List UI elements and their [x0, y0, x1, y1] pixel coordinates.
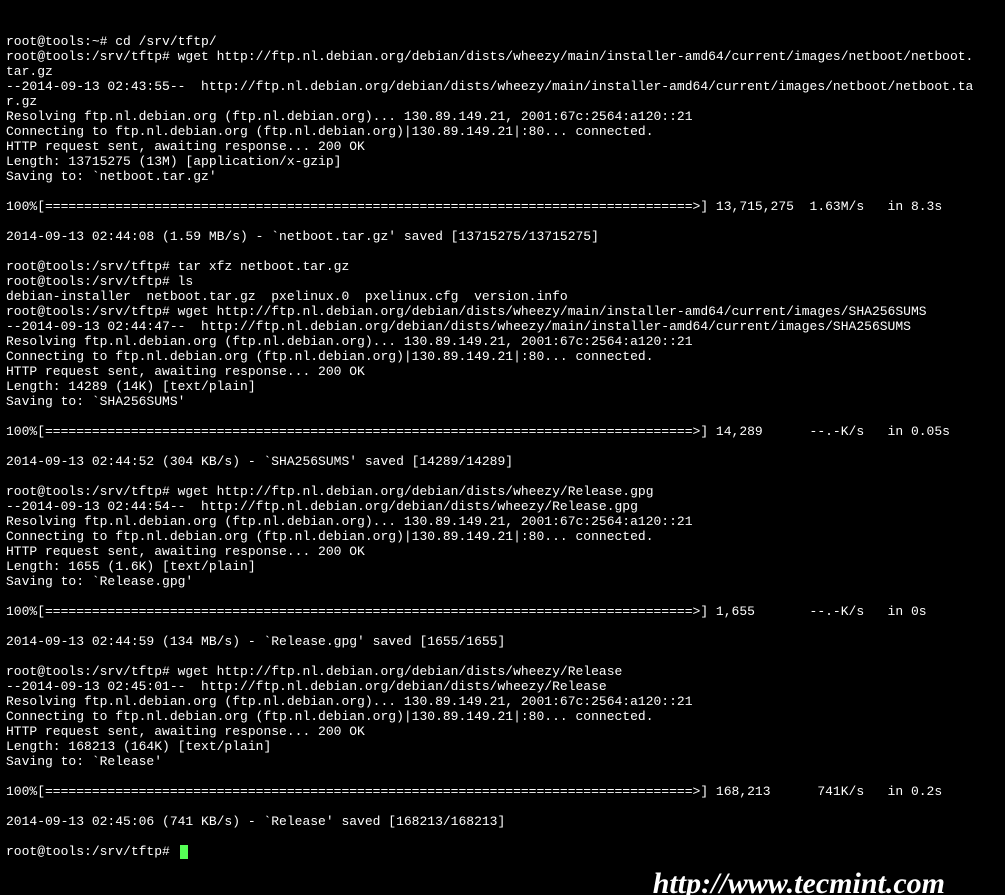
terminal-line: root@tools:/srv/tftp# wget http://ftp.nl…	[6, 484, 999, 499]
terminal-line: Connecting to ftp.nl.debian.org (ftp.nl.…	[6, 529, 999, 544]
terminal-line: Saving to: `netboot.tar.gz'	[6, 169, 999, 184]
watermark-text: http://www.tecmint.com	[653, 876, 945, 891]
terminal-line: 100%[===================================…	[6, 784, 999, 799]
terminal-line: r.gz	[6, 94, 999, 109]
terminal-line: --2014-09-13 02:44:54-- http://ftp.nl.de…	[6, 499, 999, 514]
terminal-line: --2014-09-13 02:43:55-- http://ftp.nl.de…	[6, 79, 999, 94]
terminal-line: 2014-09-13 02:44:52 (304 KB/s) - `SHA256…	[6, 454, 999, 469]
terminal-line: root@tools:/srv/tftp# wget http://ftp.nl…	[6, 49, 999, 64]
terminal-line: Saving to: `Release.gpg'	[6, 574, 999, 589]
terminal-line: 2014-09-13 02:45:06 (741 KB/s) - `Releas…	[6, 814, 999, 829]
terminal-output: root@tools:~# cd /srv/tftp/root@tools:/s…	[6, 34, 999, 859]
terminal-line: HTTP request sent, awaiting response... …	[6, 364, 999, 379]
terminal-line: root@tools:/srv/tftp# ls	[6, 274, 999, 289]
terminal-line: debian-installer netboot.tar.gz pxelinux…	[6, 289, 999, 304]
terminal-line: Resolving ftp.nl.debian.org (ftp.nl.debi…	[6, 694, 999, 709]
terminal-window[interactable]: root@tools:~# cd /srv/tftp/root@tools:/s…	[0, 0, 1005, 895]
terminal-line: Length: 13715275 (13M) [application/x-gz…	[6, 154, 999, 169]
terminal-line: 100%[===================================…	[6, 424, 999, 439]
terminal-line: root@tools:/srv/tftp# tar xfz netboot.ta…	[6, 259, 999, 274]
terminal-line: HTTP request sent, awaiting response... …	[6, 544, 999, 559]
terminal-line: --2014-09-13 02:44:47-- http://ftp.nl.de…	[6, 319, 999, 334]
terminal-line: Length: 14289 (14K) [text/plain]	[6, 379, 999, 394]
cursor-icon	[180, 845, 188, 859]
terminal-line: 100%[===================================…	[6, 604, 999, 619]
terminal-line	[6, 469, 999, 484]
terminal-line	[6, 829, 999, 844]
terminal-line	[6, 589, 999, 604]
terminal-line	[6, 619, 999, 634]
terminal-line: Connecting to ftp.nl.debian.org (ftp.nl.…	[6, 124, 999, 139]
terminal-line: Saving to: `Release'	[6, 754, 999, 769]
terminal-line: root@tools:~# cd /srv/tftp/	[6, 34, 999, 49]
terminal-line: tar.gz	[6, 64, 999, 79]
terminal-line: Resolving ftp.nl.debian.org (ftp.nl.debi…	[6, 514, 999, 529]
terminal-line: 2014-09-13 02:44:59 (134 MB/s) - `Releas…	[6, 634, 999, 649]
terminal-line: root@tools:/srv/tftp# wget http://ftp.nl…	[6, 664, 999, 679]
terminal-line: Saving to: `SHA256SUMS'	[6, 394, 999, 409]
terminal-line: 100%[===================================…	[6, 199, 999, 214]
terminal-line	[6, 184, 999, 199]
terminal-line: Length: 1655 (1.6K) [text/plain]	[6, 559, 999, 574]
terminal-line	[6, 439, 999, 454]
terminal-line	[6, 244, 999, 259]
terminal-line: Resolving ftp.nl.debian.org (ftp.nl.debi…	[6, 109, 999, 124]
terminal-line: HTTP request sent, awaiting response... …	[6, 139, 999, 154]
terminal-line: Resolving ftp.nl.debian.org (ftp.nl.debi…	[6, 334, 999, 349]
terminal-line: 2014-09-13 02:44:08 (1.59 MB/s) - `netbo…	[6, 229, 999, 244]
terminal-line	[6, 649, 999, 664]
terminal-line: HTTP request sent, awaiting response... …	[6, 724, 999, 739]
terminal-line: --2014-09-13 02:45:01-- http://ftp.nl.de…	[6, 679, 999, 694]
terminal-line: Connecting to ftp.nl.debian.org (ftp.nl.…	[6, 349, 999, 364]
terminal-line: root@tools:/srv/tftp# wget http://ftp.nl…	[6, 304, 999, 319]
terminal-line	[6, 799, 999, 814]
terminal-line	[6, 214, 999, 229]
terminal-line: Connecting to ftp.nl.debian.org (ftp.nl.…	[6, 709, 999, 724]
terminal-line: root@tools:/srv/tftp#	[6, 844, 999, 859]
terminal-line	[6, 769, 999, 784]
terminal-line	[6, 409, 999, 424]
terminal-line: Length: 168213 (164K) [text/plain]	[6, 739, 999, 754]
